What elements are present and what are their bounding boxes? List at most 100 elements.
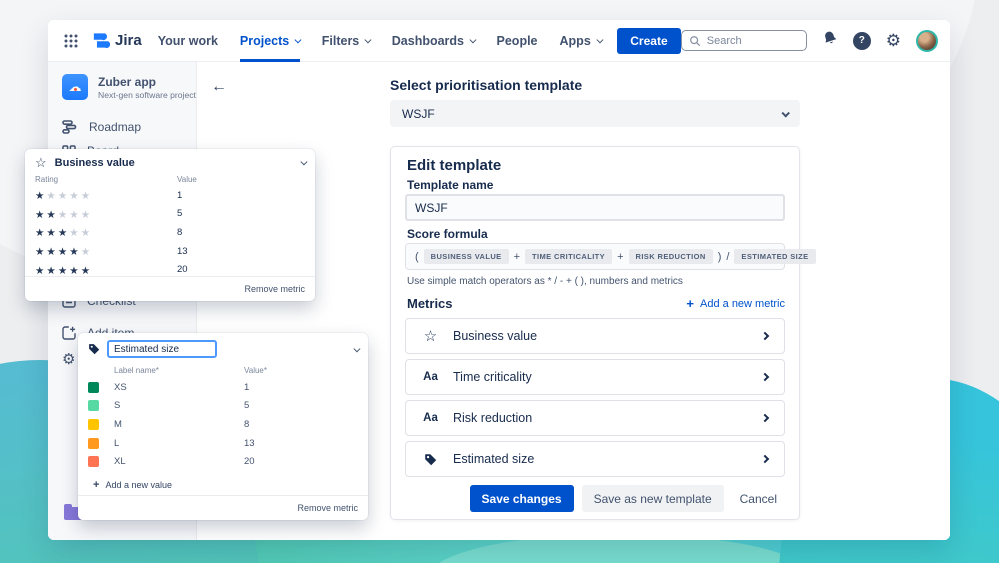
star-filled-icon[interactable]: ★	[35, 209, 44, 221]
color-swatch[interactable]	[88, 400, 99, 412]
notifications-icon[interactable]	[822, 30, 838, 51]
star-filled-icon[interactable]: ★	[58, 227, 67, 239]
user-avatar[interactable]	[916, 29, 938, 52]
star-filled-icon[interactable]: ★	[46, 209, 55, 221]
nav-item-people[interactable]: People	[497, 20, 538, 62]
metric-list: ☆ Business value Aa Time criticality Aa Risk …	[405, 318, 785, 482]
star-filled-icon[interactable]: ★	[46, 265, 55, 277]
formula-operator: +	[617, 250, 624, 263]
star-empty-icon[interactable]: ★	[69, 209, 78, 221]
star-filled-icon[interactable]: ★	[35, 190, 44, 202]
chevron-down-icon	[365, 36, 372, 43]
nav-item-filters[interactable]: Filters	[322, 20, 372, 62]
nav-item-dashboards[interactable]: Dashboards	[392, 20, 477, 62]
remove-metric-link[interactable]: Remove metric	[244, 284, 305, 294]
rating-column-label: Rating	[35, 175, 59, 184]
metric-label: Time criticality	[453, 370, 532, 384]
text-icon: Aa	[423, 371, 438, 383]
sidebar-item-roadmap[interactable]: Roadmap	[62, 118, 141, 136]
star-filled-icon[interactable]: ★	[35, 265, 44, 277]
star-filled-icon[interactable]: ★	[46, 246, 55, 258]
project-settings-gear-icon[interactable]: ⚙	[62, 350, 75, 368]
project-header[interactable]: ☁ Zuber app Next-gen software project	[62, 74, 196, 100]
top-navbar: Jira Your work Projects Filters Dashboards P…	[48, 20, 950, 62]
rating-row: ★ ★ ★ ★ ★ 13	[35, 242, 305, 261]
metric-row-estimated-size[interactable]: Estimated size	[405, 441, 785, 477]
star-empty-icon[interactable]: ★	[81, 190, 90, 202]
star-empty-icon[interactable]: ★	[58, 190, 67, 202]
business-value-popup-title: Business value	[54, 156, 135, 169]
star-empty-icon[interactable]: ★	[46, 190, 55, 202]
label-name-column-label: Label name*	[114, 366, 159, 375]
star-empty-icon[interactable]: ★	[81, 246, 90, 258]
nav-item-your-work[interactable]: Your work	[158, 20, 218, 62]
star-empty-icon[interactable]: ★	[58, 209, 67, 221]
color-swatch[interactable]	[88, 437, 99, 449]
search-box[interactable]	[680, 30, 807, 51]
remove-metric-link[interactable]: Remove metric	[297, 503, 358, 513]
star-filled-icon[interactable]: ★	[35, 227, 44, 239]
nav-item-projects[interactable]: Projects	[239, 20, 302, 62]
formula-metric-chip[interactable]: ESTIMATED SIZE	[734, 249, 816, 264]
star-rating[interactable]: ★ ★ ★ ★ ★	[35, 242, 177, 260]
metric-row-risk-reduction[interactable]: Aa Risk reduction	[405, 400, 785, 436]
add-value-button[interactable]: + Add a new value	[78, 471, 368, 491]
nav-item-apps[interactable]: Apps	[560, 20, 603, 62]
color-swatch[interactable]	[88, 456, 99, 468]
settings-gear-icon[interactable]: ⚙	[886, 32, 901, 49]
add-metric-button[interactable]: + Add a new metric	[686, 296, 785, 311]
score-formula-field[interactable]: (BUSINESS VALUE + TIME CRITICALITY + RISK RE…	[405, 243, 816, 270]
star-empty-icon[interactable]: ★	[81, 209, 90, 221]
color-swatch[interactable]	[88, 418, 99, 430]
label-value: 1	[244, 381, 250, 393]
metric-row-time-criticality[interactable]: Aa Time criticality	[405, 359, 785, 395]
collapse-chevron-icon[interactable]	[353, 345, 360, 352]
search-input[interactable]	[706, 34, 793, 47]
cancel-button[interactable]: Cancel	[732, 485, 785, 512]
formula-metric-chip[interactable]: TIME CRITICALITY	[525, 249, 613, 264]
save-changes-button[interactable]: Save changes	[469, 485, 574, 512]
back-arrow-icon[interactable]: ←	[211, 78, 227, 96]
metric-name-input[interactable]	[107, 340, 217, 358]
star-empty-icon[interactable]: ★	[69, 227, 78, 239]
star-filled-icon[interactable]: ★	[46, 227, 55, 239]
collapse-chevron-icon[interactable]	[300, 158, 307, 165]
jira-logo[interactable]: Jira	[92, 32, 142, 49]
create-button[interactable]: Create	[617, 27, 681, 54]
star-filled-icon[interactable]: ★	[81, 265, 90, 277]
label-name: L	[114, 437, 120, 449]
chevron-right-icon	[760, 372, 770, 382]
formula-metric-chip[interactable]: BUSINESS VALUE	[423, 249, 509, 264]
label-row-xl: XL 20	[88, 452, 358, 471]
star-filled-icon[interactable]: ★	[69, 265, 78, 277]
template-dropdown[interactable]: WSJF	[390, 100, 800, 127]
star-rating[interactable]: ★ ★ ★ ★ ★	[35, 205, 177, 223]
rating-value: 20	[177, 264, 188, 276]
star-empty-icon[interactable]: ★	[81, 227, 90, 239]
color-swatch[interactable]	[88, 381, 99, 393]
star-filled-icon[interactable]: ★	[58, 246, 67, 258]
app-switcher-icon[interactable]	[64, 34, 78, 48]
help-icon[interactable]: ?	[852, 31, 871, 50]
star-rating[interactable]: ★ ★ ★ ★ ★	[35, 186, 177, 204]
save-as-new-template-button[interactable]: Save as new template	[581, 485, 724, 512]
rating-value: 13	[177, 245, 188, 257]
star-empty-icon[interactable]: ★	[69, 190, 78, 202]
star-rating[interactable]: ★ ★ ★ ★ ★	[35, 223, 177, 241]
star-filled-icon[interactable]: ★	[58, 265, 67, 277]
star-icon: ☆	[423, 328, 438, 345]
chevron-right-icon	[760, 413, 770, 423]
star-filled-icon[interactable]: ★	[35, 246, 44, 258]
formula-metric-chip[interactable]: RISK REDUCTION	[628, 249, 713, 264]
template-name-input[interactable]	[405, 194, 785, 221]
value-column-label: Value*	[244, 366, 267, 375]
star-filled-icon[interactable]: ★	[69, 246, 78, 258]
metric-row-business-value[interactable]: ☆ Business value	[405, 318, 785, 354]
label-value: 20	[244, 456, 255, 468]
metrics-label: Metrics	[407, 296, 453, 311]
jira-logo-icon	[93, 33, 110, 49]
label-table-header: Label name* Value*	[78, 362, 368, 376]
nav-item-label: Your work	[157, 33, 218, 48]
nav-menu: Your work Projects Filters Dashboards People…	[158, 20, 603, 62]
template-name-label: Template name	[407, 178, 494, 192]
